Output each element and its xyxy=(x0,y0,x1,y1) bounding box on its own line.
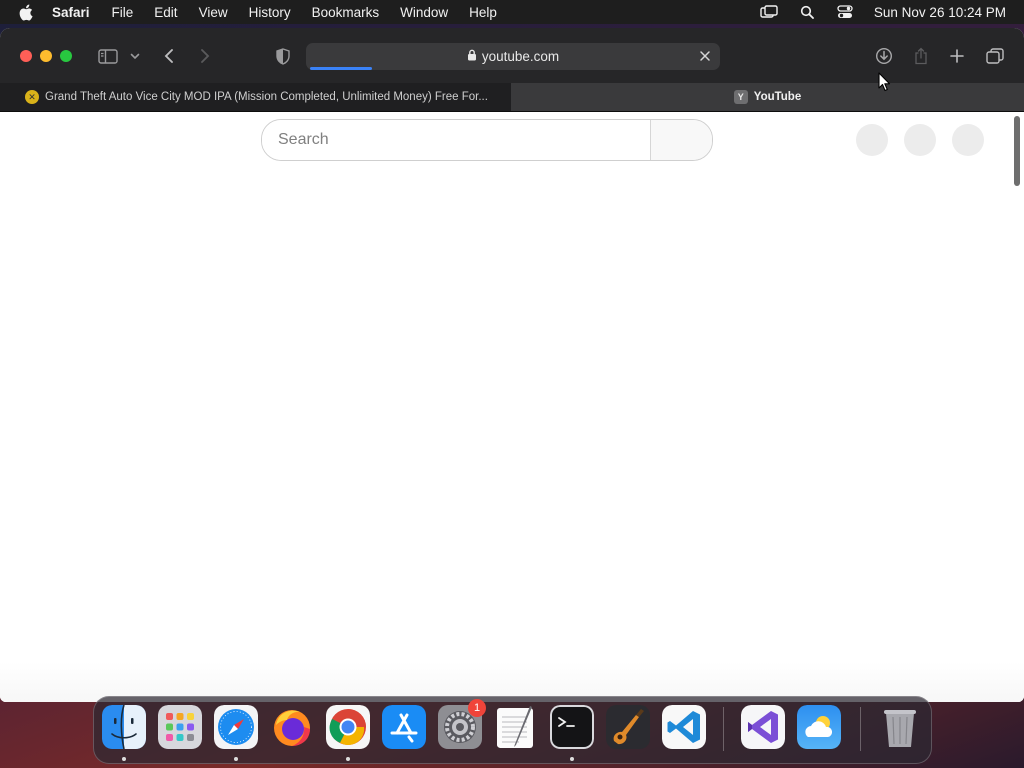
menu-view[interactable]: View xyxy=(199,5,228,20)
tab-gta-vice-city[interactable]: ✕ Grand Theft Auto Vice City MOD IPA (Mi… xyxy=(0,83,510,111)
downloads-icon[interactable] xyxy=(874,44,894,68)
minimize-window-button[interactable] xyxy=(40,50,52,62)
search-input[interactable] xyxy=(262,120,650,160)
menu-file[interactable]: File xyxy=(112,5,134,20)
menu-app-name[interactable]: Safari xyxy=(52,5,90,20)
chrome-running-dot xyxy=(346,757,350,761)
garageband-icon[interactable] xyxy=(606,705,650,749)
web-page-content xyxy=(0,112,1024,702)
placeholder-avatar-2[interactable] xyxy=(904,124,936,156)
tab-title: Grand Theft Auto Vice City MOD IPA (Miss… xyxy=(45,91,488,103)
dock: 1 xyxy=(93,696,932,764)
back-arrow-icon[interactable] xyxy=(160,44,178,68)
firefox-icon[interactable] xyxy=(270,705,314,749)
close-window-button[interactable] xyxy=(20,50,32,62)
share-icon[interactable] xyxy=(912,44,930,68)
menu-history[interactable]: History xyxy=(249,5,291,20)
terminal-running-dot xyxy=(570,757,574,761)
search-box xyxy=(261,119,713,161)
gta-favicon-icon: ✕ xyxy=(25,90,39,104)
tab-overview-icon[interactable] xyxy=(985,44,1005,68)
tab-youtube[interactable]: Y YouTube xyxy=(511,83,1024,111)
maximize-window-button[interactable] xyxy=(60,50,72,62)
system-settings-icon[interactable]: 1 xyxy=(438,699,486,749)
page-scrollbar[interactable] xyxy=(1014,116,1020,186)
mouse-pointer-icon xyxy=(878,72,892,92)
finder-icon[interactable] xyxy=(102,705,146,749)
sidebar-toggle-icon[interactable] xyxy=(96,44,120,68)
weather-icon[interactable] xyxy=(797,705,841,749)
search-button[interactable] xyxy=(650,120,712,160)
youtube-favicon-icon: Y xyxy=(733,90,748,104)
menu-window[interactable]: Window xyxy=(400,5,448,20)
terminal-icon[interactable] xyxy=(550,705,594,749)
browser-window: youtube.com ✕ Grand Theft Auto Vice City… xyxy=(0,28,1024,702)
notification-badge: 1 xyxy=(468,699,486,717)
finder-running-dot xyxy=(122,757,126,761)
privacy-shield-icon[interactable] xyxy=(274,44,292,68)
screen-mirroring-icon[interactable] xyxy=(760,5,778,19)
textedit-icon[interactable] xyxy=(494,705,538,749)
chrome-icon[interactable] xyxy=(326,705,370,749)
trash-icon[interactable] xyxy=(878,705,922,749)
tab-bar: ✕ Grand Theft Auto Vice City MOD IPA (Mi… xyxy=(0,83,1024,112)
forward-arrow-icon[interactable] xyxy=(196,44,214,68)
placeholder-avatar-3[interactable] xyxy=(952,124,984,156)
menu-bookmarks[interactable]: Bookmarks xyxy=(312,5,380,20)
launchpad-icon[interactable] xyxy=(158,705,202,749)
app-store-icon[interactable] xyxy=(382,705,426,749)
browser-toolbar: youtube.com xyxy=(0,28,1024,84)
menu-help[interactable]: Help xyxy=(469,5,497,20)
safari-icon[interactable] xyxy=(214,705,258,749)
menu-edit[interactable]: Edit xyxy=(154,5,177,20)
url-text: youtube.com xyxy=(481,49,560,64)
spotlight-search-icon[interactable] xyxy=(798,5,816,19)
tab-title: YouTube xyxy=(753,91,802,103)
control-center-icon[interactable] xyxy=(836,5,854,19)
tab-group-chevron-icon[interactable] xyxy=(128,44,142,68)
visual-studio-icon[interactable] xyxy=(741,705,785,749)
safari-running-dot xyxy=(234,757,238,761)
address-bar[interactable]: youtube.com xyxy=(306,43,720,70)
stop-loading-icon[interactable] xyxy=(698,49,712,63)
dock-separator xyxy=(723,707,724,751)
page-load-progress xyxy=(310,67,372,70)
menu-clock[interactable]: Sun Nov 26 10:24 PM xyxy=(874,5,1006,20)
menu-bar: Safari File Edit View History Bookmarks … xyxy=(0,0,1024,24)
new-tab-plus-icon[interactable] xyxy=(948,44,966,68)
dock-separator xyxy=(860,707,861,751)
apple-menu-icon[interactable] xyxy=(18,4,34,20)
lock-icon xyxy=(467,49,477,64)
placeholder-avatar-1[interactable] xyxy=(856,124,888,156)
vscode-icon[interactable] xyxy=(662,705,706,749)
